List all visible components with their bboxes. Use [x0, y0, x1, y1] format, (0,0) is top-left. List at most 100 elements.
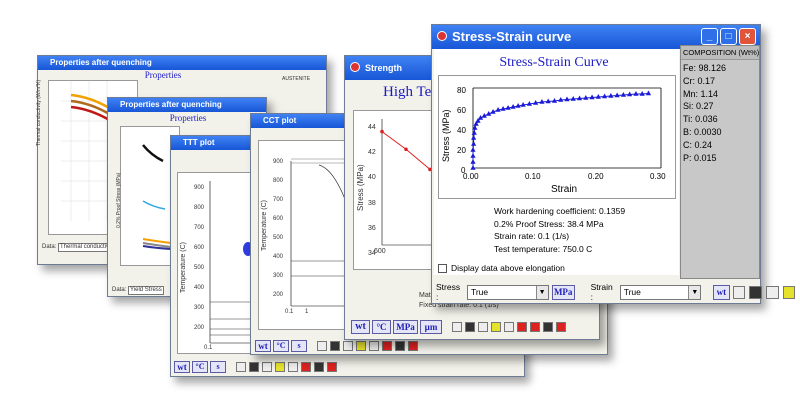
camera-icon[interactable] — [530, 322, 540, 332]
strain-rate-text: Strain rate: 0.1 (1/s) — [494, 231, 570, 241]
strength-toolbar: wt °C MPa µm — [351, 320, 567, 334]
app-icon — [437, 31, 447, 41]
title-bar[interactable]: Properties after quenching — [108, 98, 266, 112]
print-icon[interactable] — [288, 362, 298, 372]
window-title: Properties after quenching — [50, 58, 152, 67]
weight-unit-button[interactable]: wt — [351, 320, 370, 334]
chart-panel: 80 60 40 20 0 0.00 0.10 0.20 0.30 Strain Str… — [438, 75, 676, 199]
data-select[interactable]: Yield Stress — [128, 286, 164, 295]
table-icon[interactable] — [249, 362, 259, 372]
app-icon — [350, 62, 360, 72]
close-icon[interactable]: × — [739, 28, 756, 45]
help-icon[interactable] — [275, 362, 285, 372]
stress-type-select[interactable]: True ▼ — [466, 284, 549, 300]
x-tick-label-1: 0.00 — [463, 172, 479, 181]
composition-panel: COMPOSITION (Wt%) Fe: 98.126 Cr: 0.17 Mn… — [680, 45, 760, 279]
y-axis-label: Temperature (C) — [180, 242, 187, 293]
black-curve — [142, 144, 164, 163]
close-icon[interactable] — [556, 322, 566, 332]
data-point — [633, 91, 639, 96]
chart-icon[interactable] — [317, 341, 327, 351]
stress-label: Stress : — [436, 282, 461, 302]
proof-stress-text: 0.2% Proof Stress: 38.4 MPa — [494, 218, 604, 229]
weight-unit-button[interactable]: wt — [255, 340, 271, 352]
y-axis-label: 0.2% Proof Stress (MPa) — [116, 172, 122, 228]
zoom-icon[interactable] — [262, 362, 272, 372]
close-icon[interactable] — [327, 362, 337, 372]
data-point — [470, 165, 476, 170]
window-controls: _ □ × — [701, 28, 756, 45]
desktop: Properties after quenching Properties Th… — [0, 0, 800, 420]
x-tick-label-1: 0.1 — [285, 309, 294, 315]
zoom-icon[interactable] — [478, 322, 488, 332]
orange-curve — [142, 238, 172, 244]
data-label: Data: Yield Stress — [112, 286, 164, 295]
zoom-icon[interactable] — [765, 285, 779, 299]
image-icon[interactable] — [382, 341, 392, 351]
image-icon[interactable] — [517, 322, 527, 332]
data-point — [645, 90, 652, 96]
stress-unit-button[interactable]: MPa — [393, 320, 418, 334]
save-icon[interactable] — [543, 322, 553, 332]
data-point — [470, 153, 476, 158]
print-icon[interactable] — [504, 322, 514, 332]
length-unit-button[interactable]: µm — [420, 320, 442, 334]
temperature-unit-button[interactable]: °C — [273, 340, 289, 352]
temperature-unit-button[interactable]: °C — [192, 361, 208, 373]
test-temperature-text: Test temperature: 750.0 C — [494, 243, 593, 254]
data-point — [470, 159, 476, 164]
maximize-icon[interactable]: □ — [720, 28, 737, 45]
weight-unit-button[interactable]: wt — [174, 361, 190, 373]
table-icon[interactable] — [749, 285, 762, 299]
chart-panel: 444240383634 600 70 T Stress (MPa) — [353, 110, 444, 270]
chart-icon[interactable] — [732, 285, 746, 299]
composition-item: Mn: 1.14 — [683, 88, 719, 99]
print-icon[interactable] — [369, 341, 379, 351]
minimize-icon[interactable]: _ — [701, 28, 718, 45]
data-point — [404, 147, 408, 152]
temperature-unit-button[interactable]: °C — [372, 320, 391, 334]
elongation-checkbox[interactable] — [438, 263, 447, 273]
help-icon[interactable] — [491, 322, 501, 332]
red-curve — [70, 105, 112, 123]
chart-icon[interactable] — [236, 362, 246, 372]
chart-heading: Properties — [144, 70, 182, 80]
y-tick-labels: 80 60 40 20 0 — [457, 86, 466, 175]
zoom-icon[interactable] — [343, 341, 353, 351]
data-point — [471, 130, 477, 135]
chart-icon[interactable] — [452, 322, 462, 332]
data-point — [471, 141, 477, 146]
y-tick-labels: 900 800 700 600 500 400 300 200 — [273, 159, 284, 298]
strain-type-select[interactable]: True ▼ — [619, 284, 702, 300]
y-axis-label: Temperature (C) — [261, 200, 268, 251]
time-unit-button[interactable]: s — [210, 361, 226, 373]
composition-item: Cr: 0.17 — [683, 75, 716, 86]
table-icon[interactable] — [330, 341, 340, 351]
help-icon[interactable] — [356, 341, 366, 351]
stress-strain-line — [472, 93, 649, 168]
stress-strain-window: Stress-Strain curve _ □ × Stress-Strain … — [431, 24, 796, 304]
title-bar[interactable]: Properties after quenching — [38, 56, 326, 70]
weight-unit-button[interactable]: wt — [713, 284, 730, 300]
chevron-down-icon: ▼ — [535, 285, 548, 299]
info-block: Work hardening coefficient: 0.1359 0.2% … — [494, 205, 625, 255]
save-icon[interactable] — [314, 362, 324, 372]
x-tick-label-3: 0.20 — [588, 172, 604, 181]
y-tick-labels: 44 42 40 38 36 34 — [368, 124, 376, 258]
composition-item: B: 0.0030 — [683, 126, 722, 137]
x-tick-label-2: 1 — [305, 309, 309, 315]
window-title: Properties after quenching — [120, 100, 222, 109]
elongation-option[interactable]: Display data above elongation — [438, 263, 565, 273]
chart-heading: Properties — [169, 113, 207, 123]
stress-unit-button[interactable]: MPa — [551, 284, 575, 300]
work-hardening-text: Work hardening coefficient: 0.1359 — [494, 206, 626, 216]
image-icon[interactable] — [301, 362, 311, 372]
chevron-down-icon: ▼ — [688, 285, 701, 299]
table-icon[interactable] — [465, 322, 475, 332]
time-unit-button[interactable]: s — [291, 340, 307, 352]
help-icon[interactable] — [782, 285, 796, 299]
close-icon[interactable] — [408, 341, 418, 351]
y-axis-label: Stress (MPa) — [356, 164, 365, 211]
save-icon[interactable] — [395, 341, 405, 351]
composition-item: P: 0.015 — [683, 152, 717, 163]
